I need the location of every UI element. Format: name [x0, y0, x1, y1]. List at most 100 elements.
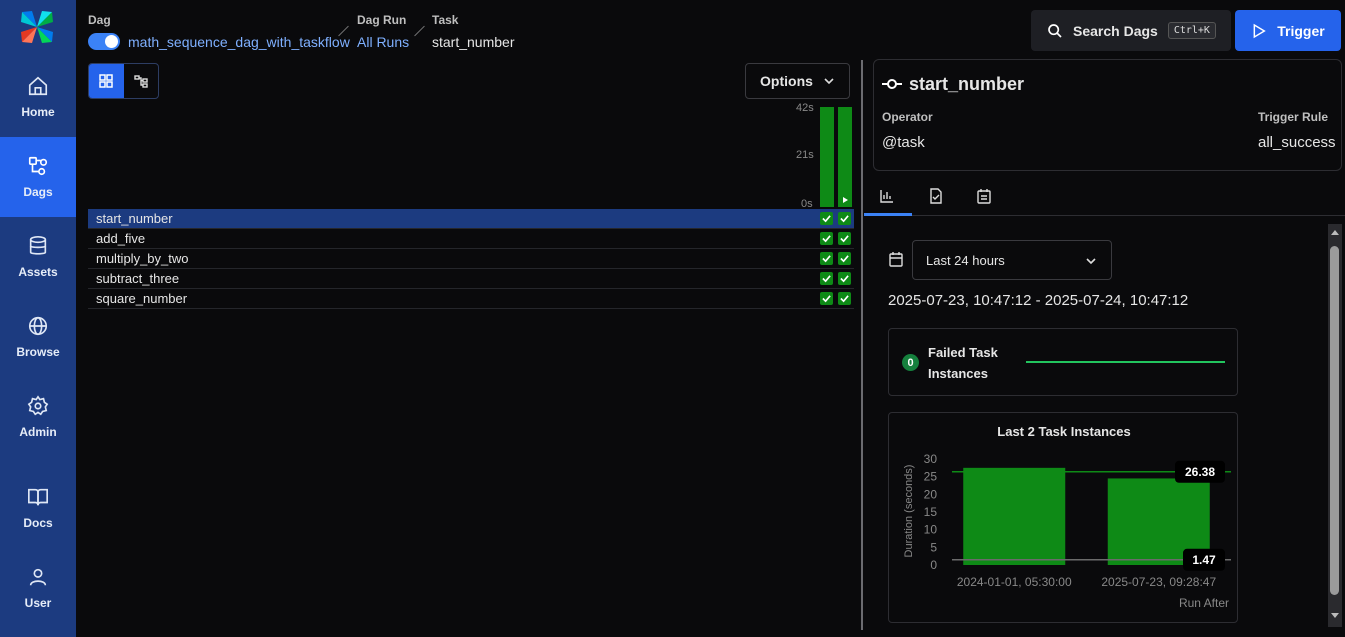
trigger-button[interactable]: Trigger	[1235, 10, 1341, 51]
nav-docs[interactable]: Docs	[0, 468, 76, 548]
chart-y-tick-label: 25	[924, 470, 938, 484]
chart-y-tick-label: 5	[930, 540, 937, 554]
nav-assets[interactable]: Assets	[0, 217, 76, 297]
grid-view-button[interactable]	[89, 64, 124, 98]
task-instance-success-cell[interactable]	[820, 232, 833, 245]
task-check-icon[interactable]	[928, 188, 944, 204]
chart-xlabel: Run After	[1179, 596, 1229, 610]
chevron-down-icon	[1086, 258, 1096, 265]
chart-icon[interactable]	[879, 188, 895, 204]
check-icon	[822, 215, 831, 223]
check-icon	[822, 255, 831, 263]
book-icon	[28, 488, 48, 506]
chart-y-tick-label: 10	[924, 523, 938, 537]
task-row[interactable]: square_number	[88, 289, 854, 309]
nav-home[interactable]: Home	[0, 57, 76, 137]
task-instance-success-cell[interactable]	[820, 212, 833, 225]
search-icon	[1048, 23, 1062, 38]
nav-admin[interactable]: Admin	[0, 377, 76, 457]
task-icon	[882, 79, 902, 89]
database-icon	[29, 236, 47, 255]
task-title: start_number	[909, 74, 1025, 94]
check-icon	[840, 275, 849, 283]
run-duration-bar[interactable]	[838, 107, 852, 207]
task-row[interactable]: subtract_three	[88, 269, 854, 289]
task-name: square_number	[96, 291, 188, 306]
nav-browse[interactable]: Browse	[0, 297, 76, 377]
chart-ylabel: Duration (seconds)	[903, 465, 915, 558]
nav-label: Dags	[23, 185, 53, 199]
nav-user[interactable]: User	[0, 548, 76, 628]
view-toggle	[88, 63, 159, 99]
time-range-value: Last 24 hours	[926, 252, 1005, 268]
task-instance-success-cell[interactable]	[820, 272, 833, 285]
chart-y-tick-label: 30	[924, 452, 938, 466]
panel-divider[interactable]	[861, 60, 863, 630]
task-row[interactable]: add_five	[88, 229, 854, 249]
duration-tick: 42s	[796, 102, 814, 114]
nav-label: Assets	[18, 265, 58, 279]
nav-label: Home	[21, 105, 55, 119]
search-dags-button[interactable]: Search Dags Ctrl+K	[1031, 10, 1231, 51]
operator-label: Operator	[882, 110, 933, 124]
check-icon	[840, 215, 849, 223]
check-icon	[840, 235, 849, 243]
check-icon	[840, 295, 849, 303]
dag-pause-toggle[interactable]	[88, 33, 120, 50]
task-instance-success-cell[interactable]	[838, 252, 851, 265]
chart-y-tick-label: 0	[930, 558, 937, 572]
trigger-label: Trigger	[1277, 22, 1325, 39]
nav-label: User	[24, 596, 52, 610]
task-name: start_number	[96, 211, 173, 226]
task-instance-success-cell[interactable]	[820, 252, 833, 265]
home-icon	[28, 76, 48, 96]
task-instance-success-cell[interactable]	[838, 272, 851, 285]
failed-count-badge: 0	[902, 354, 919, 371]
nav-label: Admin	[19, 425, 57, 439]
check-icon	[822, 235, 831, 243]
scroll-up-icon[interactable]	[1330, 228, 1340, 236]
failed-label-line2: Instances	[928, 366, 988, 381]
task-instance-chart-card: Last 2 Task Instances Duration (seconds)…	[888, 412, 1238, 623]
chart-y-tick-label: 20	[924, 487, 938, 501]
trigger-rule-value: all_success	[1258, 134, 1336, 151]
check-icon	[822, 275, 831, 283]
play-icon	[1253, 23, 1267, 38]
failed-instances-card[interactable]: 0 Failed Task Instances	[888, 328, 1238, 396]
options-label: Options	[760, 73, 813, 89]
task-instance-success-cell[interactable]	[838, 212, 851, 225]
task-name: add_five	[96, 231, 146, 246]
trigger-rule-label: Trigger Rule	[1258, 110, 1329, 124]
calendar-list-icon[interactable]	[976, 188, 992, 204]
task-instance-success-cell[interactable]	[820, 292, 833, 305]
graph-icon	[134, 75, 148, 88]
options-button[interactable]: Options	[745, 63, 850, 99]
scrollbar-thumb[interactable]	[1330, 246, 1339, 595]
task-row[interactable]: start_number	[88, 209, 854, 229]
failed-label-line1: Failed Task	[928, 345, 998, 360]
run-duration-bar[interactable]	[820, 107, 834, 207]
scroll-down-icon[interactable]	[1330, 612, 1340, 620]
duration-chart: Last 2 Task Instances Duration (seconds)…	[903, 424, 1231, 610]
search-shortcut: Ctrl+K	[1167, 22, 1216, 39]
check-icon	[822, 295, 831, 303]
check-icon	[840, 255, 849, 263]
task-instance-success-cell[interactable]	[838, 232, 851, 245]
graph-view-button[interactable]	[124, 64, 159, 98]
task-row[interactable]: multiply_by_two	[88, 249, 854, 269]
time-range-select[interactable]: Last 24 hours	[912, 240, 1112, 280]
chart-title: Last 2 Task Instances	[997, 424, 1130, 439]
user-icon	[29, 568, 47, 586]
breadcrumb-dag-link[interactable]: math_sequence_dag_with_taskflow	[128, 34, 350, 50]
breadcrumb-task-label: Task	[432, 13, 459, 27]
airflow-logo[interactable]	[18, 8, 56, 46]
nav-label: Browse	[16, 345, 60, 359]
chart-y-tick-label: 15	[924, 505, 938, 519]
breadcrumb-run-link[interactable]: All Runs	[357, 34, 409, 50]
chart-reference-label: 26.38	[1185, 465, 1215, 479]
task-instance-success-cell[interactable]	[838, 292, 851, 305]
dags-icon	[28, 156, 48, 176]
breadcrumb-dag-label: Dag	[88, 13, 111, 27]
chart-reference-label: 1.47	[1192, 553, 1216, 567]
nav-dags[interactable]: Dags	[0, 137, 76, 217]
